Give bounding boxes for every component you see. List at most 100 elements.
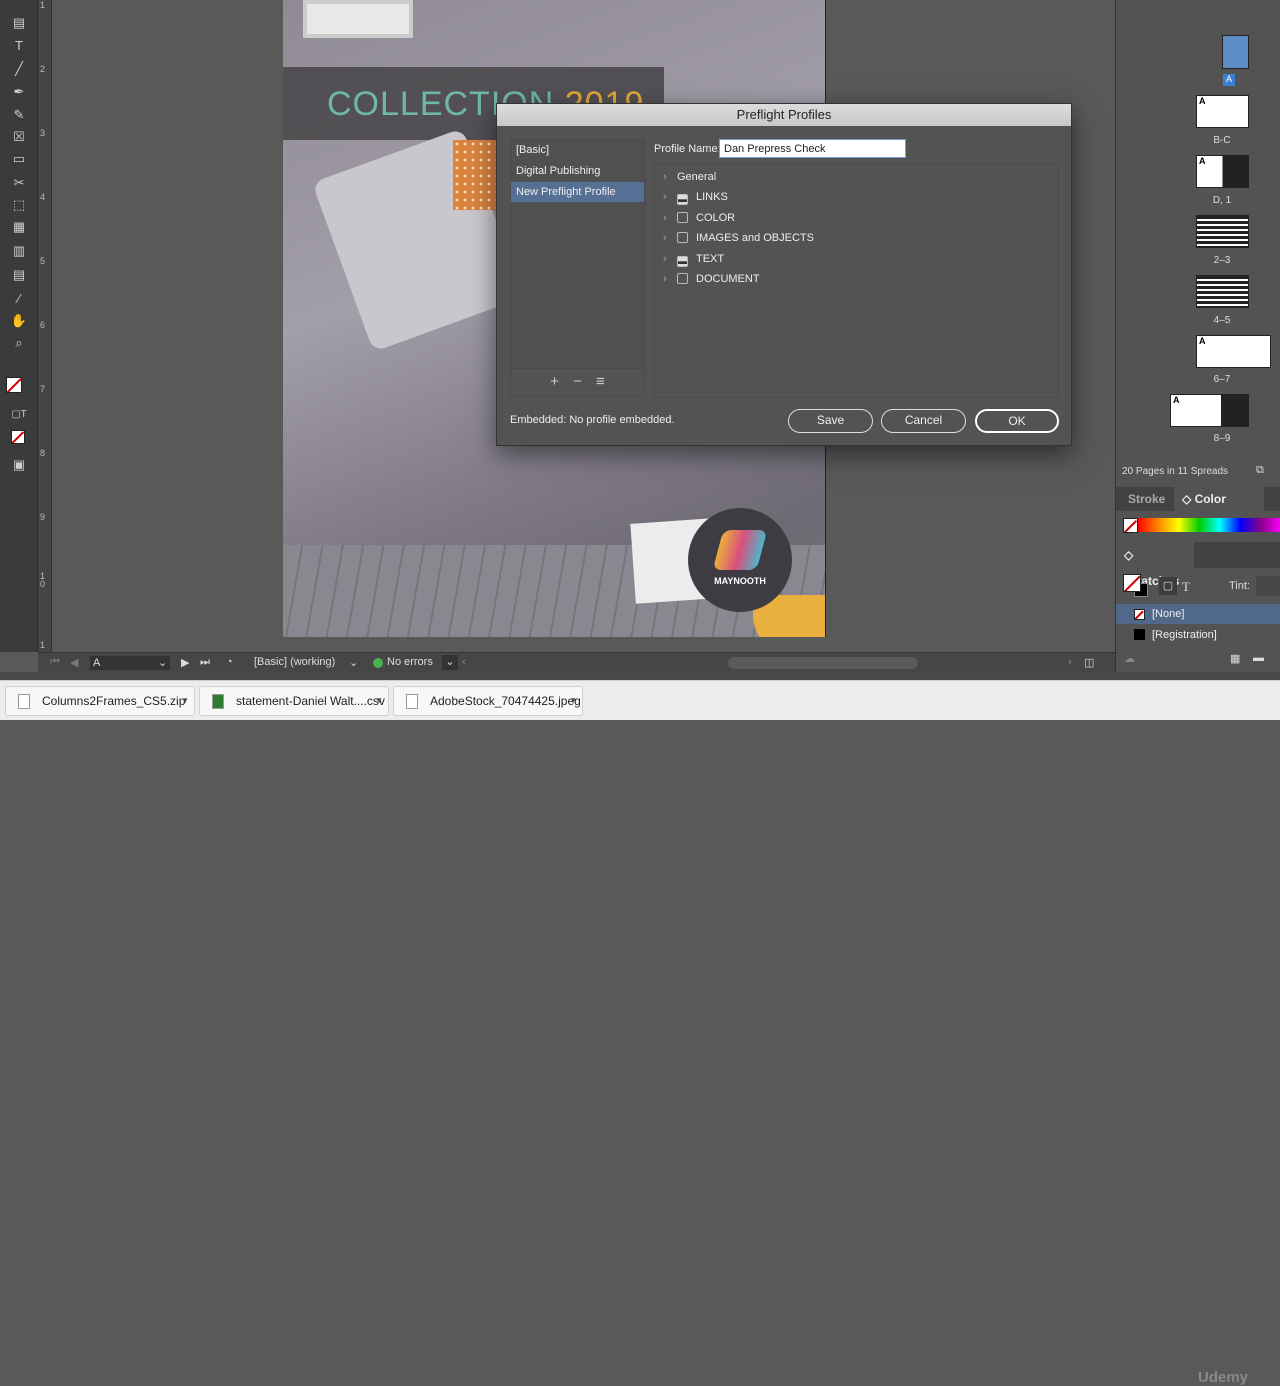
split-window-icon[interactable]: ◫	[1084, 656, 1094, 669]
spread-label: 2–3	[1213, 255, 1231, 266]
type-tool-icon[interactable]: T	[9, 37, 29, 55]
color-spectrum[interactable]	[1138, 518, 1280, 532]
gradient-tool-icon[interactable]: ▦	[9, 218, 29, 236]
previous-page-icon[interactable]: ◀	[70, 656, 78, 669]
status-bar: ⏮ ◀ A ⌄ ▶ ⏭ ◔ [Basic] (working) ⌄ No err…	[38, 652, 1115, 672]
rectangle-tool-icon[interactable]: ▭	[9, 150, 29, 168]
profile-item-digital-publishing[interactable]: Digital Publishing	[511, 161, 644, 181]
horizontal-scrollbar[interactable]	[728, 657, 918, 669]
note-tool-icon[interactable]: ▤	[9, 266, 29, 284]
scissors-tool-icon[interactable]: ✂	[9, 174, 29, 192]
next-page-icon[interactable]: ▶	[181, 656, 189, 669]
profile-name-input[interactable]	[719, 139, 906, 158]
remove-profile-button[interactable]: −	[573, 373, 582, 390]
tree-label: TEXT	[696, 253, 725, 265]
container-icon[interactable]: ▢	[1159, 577, 1177, 595]
last-page-icon[interactable]: ⏭	[200, 656, 210, 669]
spread-thumbnail[interactable]: A	[1196, 155, 1249, 188]
zip-file-icon	[18, 694, 30, 709]
ruler-mark: 1	[40, 640, 46, 650]
color-checkbox[interactable]	[677, 212, 688, 223]
csv-file-icon	[212, 694, 224, 709]
cancel-button[interactable]: Cancel	[881, 409, 966, 433]
spread-thumbnail[interactable]	[1196, 275, 1249, 308]
screen-mode-icon[interactable]: ▣	[9, 456, 29, 474]
free-transform-tool-icon[interactable]: ⬚	[9, 196, 29, 214]
chevron-right-icon[interactable]: ›	[663, 250, 677, 268]
master-badge: A	[1223, 74, 1235, 86]
spread-thumbnail[interactable]	[1196, 215, 1249, 248]
spread-thumbnail[interactable]: A	[1170, 394, 1249, 427]
tab-stroke[interactable]: Stroke	[1120, 487, 1173, 511]
apply-none-icon[interactable]	[11, 430, 25, 444]
fill-none-icon[interactable]	[6, 377, 22, 393]
chevron-right-icon[interactable]: ›	[663, 188, 677, 206]
text-checkbox[interactable]: ▬	[677, 256, 688, 267]
tint-input[interactable]	[1256, 576, 1280, 596]
document-checkbox[interactable]	[677, 273, 688, 284]
line-tool-icon[interactable]: ╱	[9, 60, 29, 78]
chevron-right-icon[interactable]: ›	[663, 229, 677, 247]
preflight-errors[interactable]: No errors	[387, 656, 433, 668]
profile-name-label: Profile Name:	[654, 143, 721, 155]
page-size-icon[interactable]: ⧉	[1256, 464, 1264, 477]
profile-item-new-preflight-profile[interactable]: New Preflight Profile	[511, 182, 644, 202]
frame-tool-icon[interactable]: ▤	[9, 14, 29, 32]
rectangle-frame-tool-icon[interactable]: ☒	[9, 128, 29, 146]
links-checkbox[interactable]: ▬	[677, 194, 688, 205]
scroll-right-icon[interactable]: ›	[1068, 656, 1072, 668]
images-objects-checkbox[interactable]	[677, 232, 688, 243]
chevron-right-icon[interactable]: ›	[663, 209, 677, 227]
chevron-right-icon[interactable]: ›	[663, 270, 677, 288]
pen-tool-icon[interactable]: ✒	[9, 83, 29, 101]
formatting-container-icon[interactable]: ▢T	[9, 406, 29, 424]
spread-thumbnail[interactable]: A	[1196, 95, 1249, 128]
eyedropper-tool-icon[interactable]: ⁄	[9, 290, 29, 308]
download-item[interactable]: Columns2Frames_CS5.zip ▼	[5, 686, 195, 716]
open-document-icon[interactable]: ◔	[226, 656, 233, 668]
tree-row-document[interactable]: › DOCUMENT	[663, 270, 760, 288]
new-color-group-icon[interactable]: ▦	[1230, 652, 1240, 665]
ok-button[interactable]: OK	[975, 409, 1059, 433]
pencil-tool-icon[interactable]: ✎	[9, 106, 29, 124]
download-item[interactable]: AdobeStock_70474425.jpeg ▼	[393, 686, 583, 716]
page-thumbnail-cover[interactable]	[1222, 35, 1249, 69]
first-page-icon[interactable]: ⏮	[50, 656, 60, 669]
text-format-icon[interactable]: T	[1182, 579, 1190, 595]
add-profile-button[interactable]: +	[550, 373, 559, 390]
tree-row-color[interactable]: › COLOR	[663, 209, 735, 227]
tree-row-text[interactable]: › ▬ TEXT	[663, 250, 724, 268]
chevron-right-icon[interactable]: ›	[663, 168, 677, 186]
chevron-down-icon[interactable]: ▼	[569, 687, 577, 715]
profile-item-basic[interactable]: [Basic]	[511, 140, 644, 160]
hand-tool-icon[interactable]: ✋	[9, 312, 29, 330]
chevron-down-icon[interactable]: ⌄	[158, 656, 167, 669]
fill-swatch-icon[interactable]	[1123, 574, 1141, 592]
tools-panel: ▤ T ╱ ✒ ✎ ☒ ▭ ✂ ⬚ ▦ ▥ ▤ ⁄ ✋ ⌕ ▢T ▣	[0, 0, 38, 652]
tree-row-links[interactable]: › ▬ LINKS	[663, 188, 728, 206]
tree-row-images-objects[interactable]: › IMAGES and OBJECTS	[663, 229, 814, 247]
save-button[interactable]: Save	[788, 409, 873, 433]
none-color-icon[interactable]	[1123, 518, 1138, 533]
scroll-left-icon[interactable]: ‹	[462, 656, 466, 668]
preflight-profile-status[interactable]: [Basic] (working)	[254, 656, 335, 668]
chevron-down-icon[interactable]: ⌄	[349, 656, 358, 669]
profile-menu-button[interactable]: ≡	[596, 373, 605, 390]
spread-thumbnail[interactable]: A	[1196, 335, 1271, 368]
tree-label: LINKS	[696, 191, 728, 203]
chevron-down-icon[interactable]: ▼	[181, 687, 189, 715]
zoom-tool-icon[interactable]: ⌕	[9, 334, 29, 352]
gradient-feather-tool-icon[interactable]: ▥	[9, 242, 29, 260]
chevron-down-icon[interactable]: ▼	[375, 687, 383, 715]
ruler-mark: 5	[40, 256, 46, 266]
preflight-menu-button[interactable]: ⌄	[442, 655, 458, 670]
tab-color[interactable]: ◇ Color	[1174, 487, 1264, 511]
tab-swatches[interactable]: ◇ Swatches	[1116, 542, 1194, 588]
cc-libraries-icon[interactable]: ☁	[1124, 652, 1135, 665]
tree-row-general[interactable]: › General	[663, 168, 716, 186]
spread-label: D, 1	[1212, 195, 1232, 206]
download-item[interactable]: statement-Daniel Walt....csv ▼	[199, 686, 389, 716]
ruler-mark: 3	[40, 128, 46, 138]
folder-icon[interactable]: ▬	[1253, 652, 1264, 664]
ruler-mark: 9	[40, 512, 46, 522]
